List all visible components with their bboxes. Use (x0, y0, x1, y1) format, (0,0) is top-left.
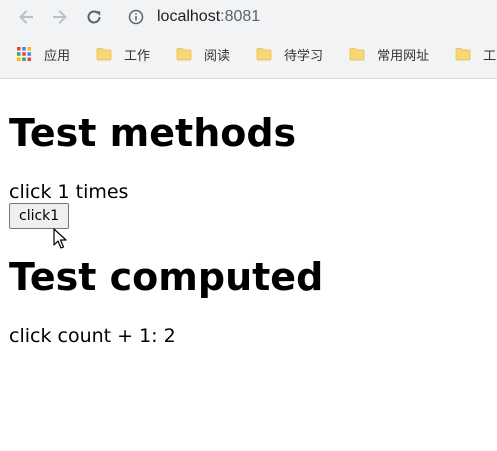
back-button[interactable] (12, 3, 40, 31)
address-bar[interactable]: localhost:8081 (128, 3, 260, 31)
url-host: localhost (157, 8, 221, 25)
reload-icon (87, 10, 101, 24)
computed-heading: Test computed (9, 255, 324, 299)
navigation-bar: localhost:8081 (0, 0, 497, 34)
bookmark-folder-work[interactable]: 工作 (96, 45, 150, 64)
forward-arrow-icon (53, 10, 67, 24)
reload-button[interactable] (80, 3, 108, 31)
computed-value-text: click count + 1: 2 (9, 325, 176, 347)
url-port: :8081 (220, 8, 261, 25)
info-icon[interactable] (128, 9, 144, 25)
click-button[interactable]: click1 (9, 203, 70, 229)
apps-grid-icon (16, 46, 32, 62)
bookmark-label: 常用网址 (377, 48, 430, 64)
page-content: Test methods click 1 times click1 Test c… (0, 111, 497, 347)
browser-chrome: localhost:8081 应用 工作 阅读 待学习 常用网址 工 (0, 0, 497, 79)
folder-icon (256, 46, 272, 62)
bookmark-label: 待学习 (284, 48, 324, 64)
bookmark-apps[interactable]: 应用 (16, 45, 70, 64)
bookmark-folder-common-sites[interactable]: 常用网址 (349, 45, 429, 64)
folder-icon (96, 46, 112, 62)
bookmark-label: 阅读 (204, 48, 231, 64)
bookmark-folder-to-learn[interactable]: 待学习 (256, 45, 323, 64)
methods-heading: Test methods (9, 111, 297, 155)
folder-icon (349, 46, 365, 62)
bookmark-label: 应用 (44, 48, 71, 64)
folder-icon (176, 46, 192, 62)
forward-button[interactable] (46, 3, 74, 31)
bookmarks-bar: 应用 工作 阅读 待学习 常用网址 工 (0, 34, 497, 74)
bookmark-folder-reading[interactable]: 阅读 (176, 45, 230, 64)
back-arrow-icon (19, 10, 33, 24)
bookmark-label: 工 (483, 48, 497, 64)
click-count-text: click 1 times (9, 181, 129, 203)
bookmark-folder-tools[interactable]: 工 (455, 45, 496, 64)
bookmark-label: 工作 (124, 48, 151, 64)
folder-icon (455, 46, 471, 62)
